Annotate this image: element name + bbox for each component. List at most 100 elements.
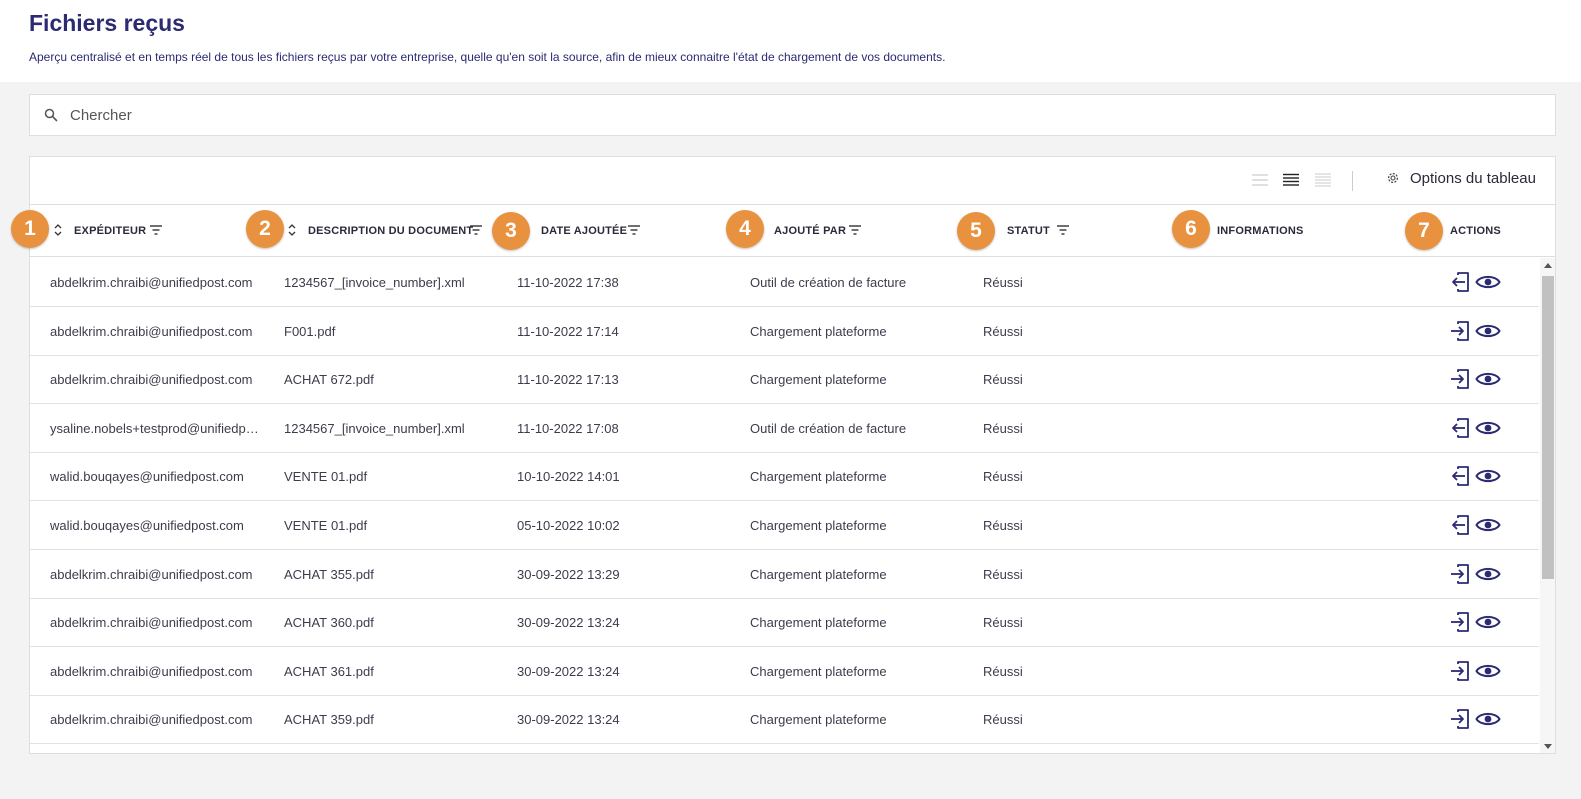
file-import-icon[interactable] <box>1450 320 1470 342</box>
table-body: abdelkrim.chraibi@unifiedpost.com 1234567… <box>30 258 1539 753</box>
cell-description: ACHAT 672.pdf <box>284 372 374 388</box>
table-row[interactable]: abdelkrim.chraibi@unifiedpost.com F001.pd… <box>30 307 1539 356</box>
table-row[interactable]: walid.bouqayes@unifiedpost.com VENTE 01.p… <box>30 452 1539 502</box>
callout-badge: 2 <box>246 210 284 248</box>
filter-icon[interactable] <box>849 225 861 235</box>
cell-description: ACHAT 355.pdf <box>284 566 374 582</box>
density-spacious-icon[interactable] <box>1314 173 1332 187</box>
cell-sender: abdelkrim.chraibi@unifiedpost.com <box>50 663 253 679</box>
filter-icon[interactable] <box>1057 225 1069 235</box>
eye-icon[interactable] <box>1475 467 1501 485</box>
callout-badge: 3 <box>492 212 530 250</box>
eye-icon[interactable] <box>1475 273 1501 291</box>
cell-sender: walid.bouqayes@unifiedpost.com <box>50 469 244 485</box>
filter-icon[interactable] <box>628 225 640 235</box>
table-row[interactable]: ysaline.nobels+testprod@unifiedpost.com 1… <box>30 404 1539 453</box>
cell-date: 30-09-2022 13:24 <box>517 615 620 631</box>
cell-date: 11-10-2022 17:14 <box>517 323 619 339</box>
table-row[interactable]: abdelkrim.chraibi@unifiedpost.com ACHAT 3… <box>30 598 1539 648</box>
cell-description: ACHAT 361.pdf <box>284 663 374 679</box>
cell-date: 11-10-2022 17:08 <box>517 420 619 436</box>
file-export-icon[interactable] <box>1450 271 1470 293</box>
file-import-icon[interactable] <box>1450 368 1470 390</box>
file-export-icon[interactable] <box>1450 465 1470 487</box>
file-import-icon[interactable] <box>1450 660 1470 682</box>
table-toolbar: Options du tableau <box>30 157 1555 205</box>
callout-badge: 4 <box>726 210 764 248</box>
callout-badge: 7 <box>1405 212 1443 250</box>
file-import-icon[interactable] <box>1450 611 1470 633</box>
table-row[interactable]: abdelkrim.chraibi@unifiedpost.com ACHAT 6… <box>30 355 1539 405</box>
cell-added-by: Chargement plateforme <box>750 323 887 339</box>
eye-icon[interactable] <box>1475 516 1501 534</box>
table-row[interactable]: abdelkrim.chraibi@unifiedpost.com 1234567… <box>30 258 1539 307</box>
table-row[interactable]: abdelkrim.chraibi@unifiedpost.com ACHAT 3… <box>30 550 1539 599</box>
cell-sender: abdelkrim.chraibi@unifiedpost.com <box>50 566 253 582</box>
cell-sender: abdelkrim.chraibi@unifiedpost.com <box>50 323 253 339</box>
eye-icon[interactable] <box>1475 419 1501 437</box>
cell-added-by: Outil de création de facture <box>750 275 907 290</box>
cell-added-by: Outil de création de facture <box>750 420 907 436</box>
eye-icon[interactable] <box>1475 710 1501 728</box>
cell-date: 30-09-2022 13:24 <box>517 712 620 728</box>
scroll-up-arrow[interactable] <box>1544 263 1552 268</box>
cell-added-by: Chargement plateforme <box>750 469 887 485</box>
eye-icon[interactable] <box>1475 370 1501 388</box>
vertical-scrollbar[interactable] <box>1540 258 1555 753</box>
density-compact-icon[interactable] <box>1251 173 1269 187</box>
column-header-status[interactable]: STATUT <box>1007 225 1050 237</box>
table-row[interactable]: abdelkrim.chraibi@unifiedpost.com ACHAT 3… <box>30 647 1539 696</box>
search-box <box>29 94 1556 136</box>
table-options-button[interactable]: Options du tableau <box>1410 170 1536 187</box>
cell-date: 10-10-2022 14:01 <box>517 469 620 485</box>
cell-status: Réussi <box>983 518 1023 533</box>
column-header-sender[interactable]: EXPÉDITEUR <box>74 225 146 237</box>
column-header-date[interactable]: DATE AJOUTÉE <box>541 225 627 237</box>
eye-icon[interactable] <box>1475 322 1501 340</box>
scroll-down-arrow[interactable] <box>1544 744 1552 749</box>
filter-icon[interactable] <box>470 225 482 235</box>
cell-added-by: Chargement plateforme <box>750 712 887 728</box>
cell-description: ACHAT 360.pdf <box>284 615 374 631</box>
cell-added-by: Chargement plateforme <box>750 663 887 679</box>
filter-icon[interactable] <box>150 225 162 235</box>
toolbar-divider <box>1352 171 1353 191</box>
density-medium-icon[interactable] <box>1282 173 1300 187</box>
cell-status: Réussi <box>983 323 1023 339</box>
sort-icon[interactable] <box>288 223 296 237</box>
cell-added-by: Chargement plateforme <box>750 518 887 533</box>
file-import-icon[interactable] <box>1450 708 1470 730</box>
cell-description: VENTE 01.pdf <box>284 469 368 485</box>
cell-added-by: Chargement plateforme <box>750 566 887 582</box>
scroll-thumb[interactable] <box>1542 276 1554 579</box>
cell-sender: ysaline.nobels+testprod@unifiedpost.com <box>50 420 265 436</box>
eye-icon[interactable] <box>1475 662 1501 680</box>
cell-sender: abdelkrim.chraibi@unifiedpost.com <box>50 372 253 388</box>
cell-description: 1234567_[invoice_number].xml <box>284 275 465 290</box>
cell-sender: abdelkrim.chraibi@unifiedpost.com <box>50 615 253 631</box>
callout-badge: 1 <box>11 210 49 248</box>
eye-icon[interactable] <box>1475 565 1501 583</box>
table-row[interactable]: abdelkrim.chraibi@unifiedpost.com ACHAT 3… <box>30 695 1539 745</box>
cell-description: 1234567_[invoice_number].xml <box>284 420 465 436</box>
cell-description: VENTE 01.pdf <box>284 518 368 533</box>
eye-icon[interactable] <box>1475 613 1501 631</box>
column-header-description[interactable]: DESCRIPTION DU DOCUMENT <box>308 225 473 237</box>
sort-icon[interactable] <box>54 223 62 237</box>
page-header: Fichiers reçus Aperçu centralisé et en t… <box>0 0 1581 82</box>
table-row[interactable]: walid.bouqayes@unifiedpost.com VENTE 01.p… <box>30 501 1539 550</box>
cell-status: Réussi <box>983 275 1023 290</box>
gear-icon[interactable] <box>1386 171 1400 185</box>
callout-badge: 5 <box>957 212 995 250</box>
cell-status: Réussi <box>983 372 1023 388</box>
search-icon <box>44 108 58 122</box>
cell-status: Réussi <box>983 420 1023 436</box>
search-input[interactable] <box>70 95 1540 135</box>
file-export-icon[interactable] <box>1450 417 1470 439</box>
file-import-icon[interactable] <box>1450 563 1470 585</box>
file-export-icon[interactable] <box>1450 514 1470 536</box>
cell-added-by: Chargement plateforme <box>750 372 887 388</box>
cell-added-by: Chargement plateforme <box>750 615 887 631</box>
column-header-added-by[interactable]: AJOUTÉ PAR <box>774 225 846 237</box>
page-subtitle: Aperçu centralisé et en temps réel de to… <box>29 50 946 64</box>
